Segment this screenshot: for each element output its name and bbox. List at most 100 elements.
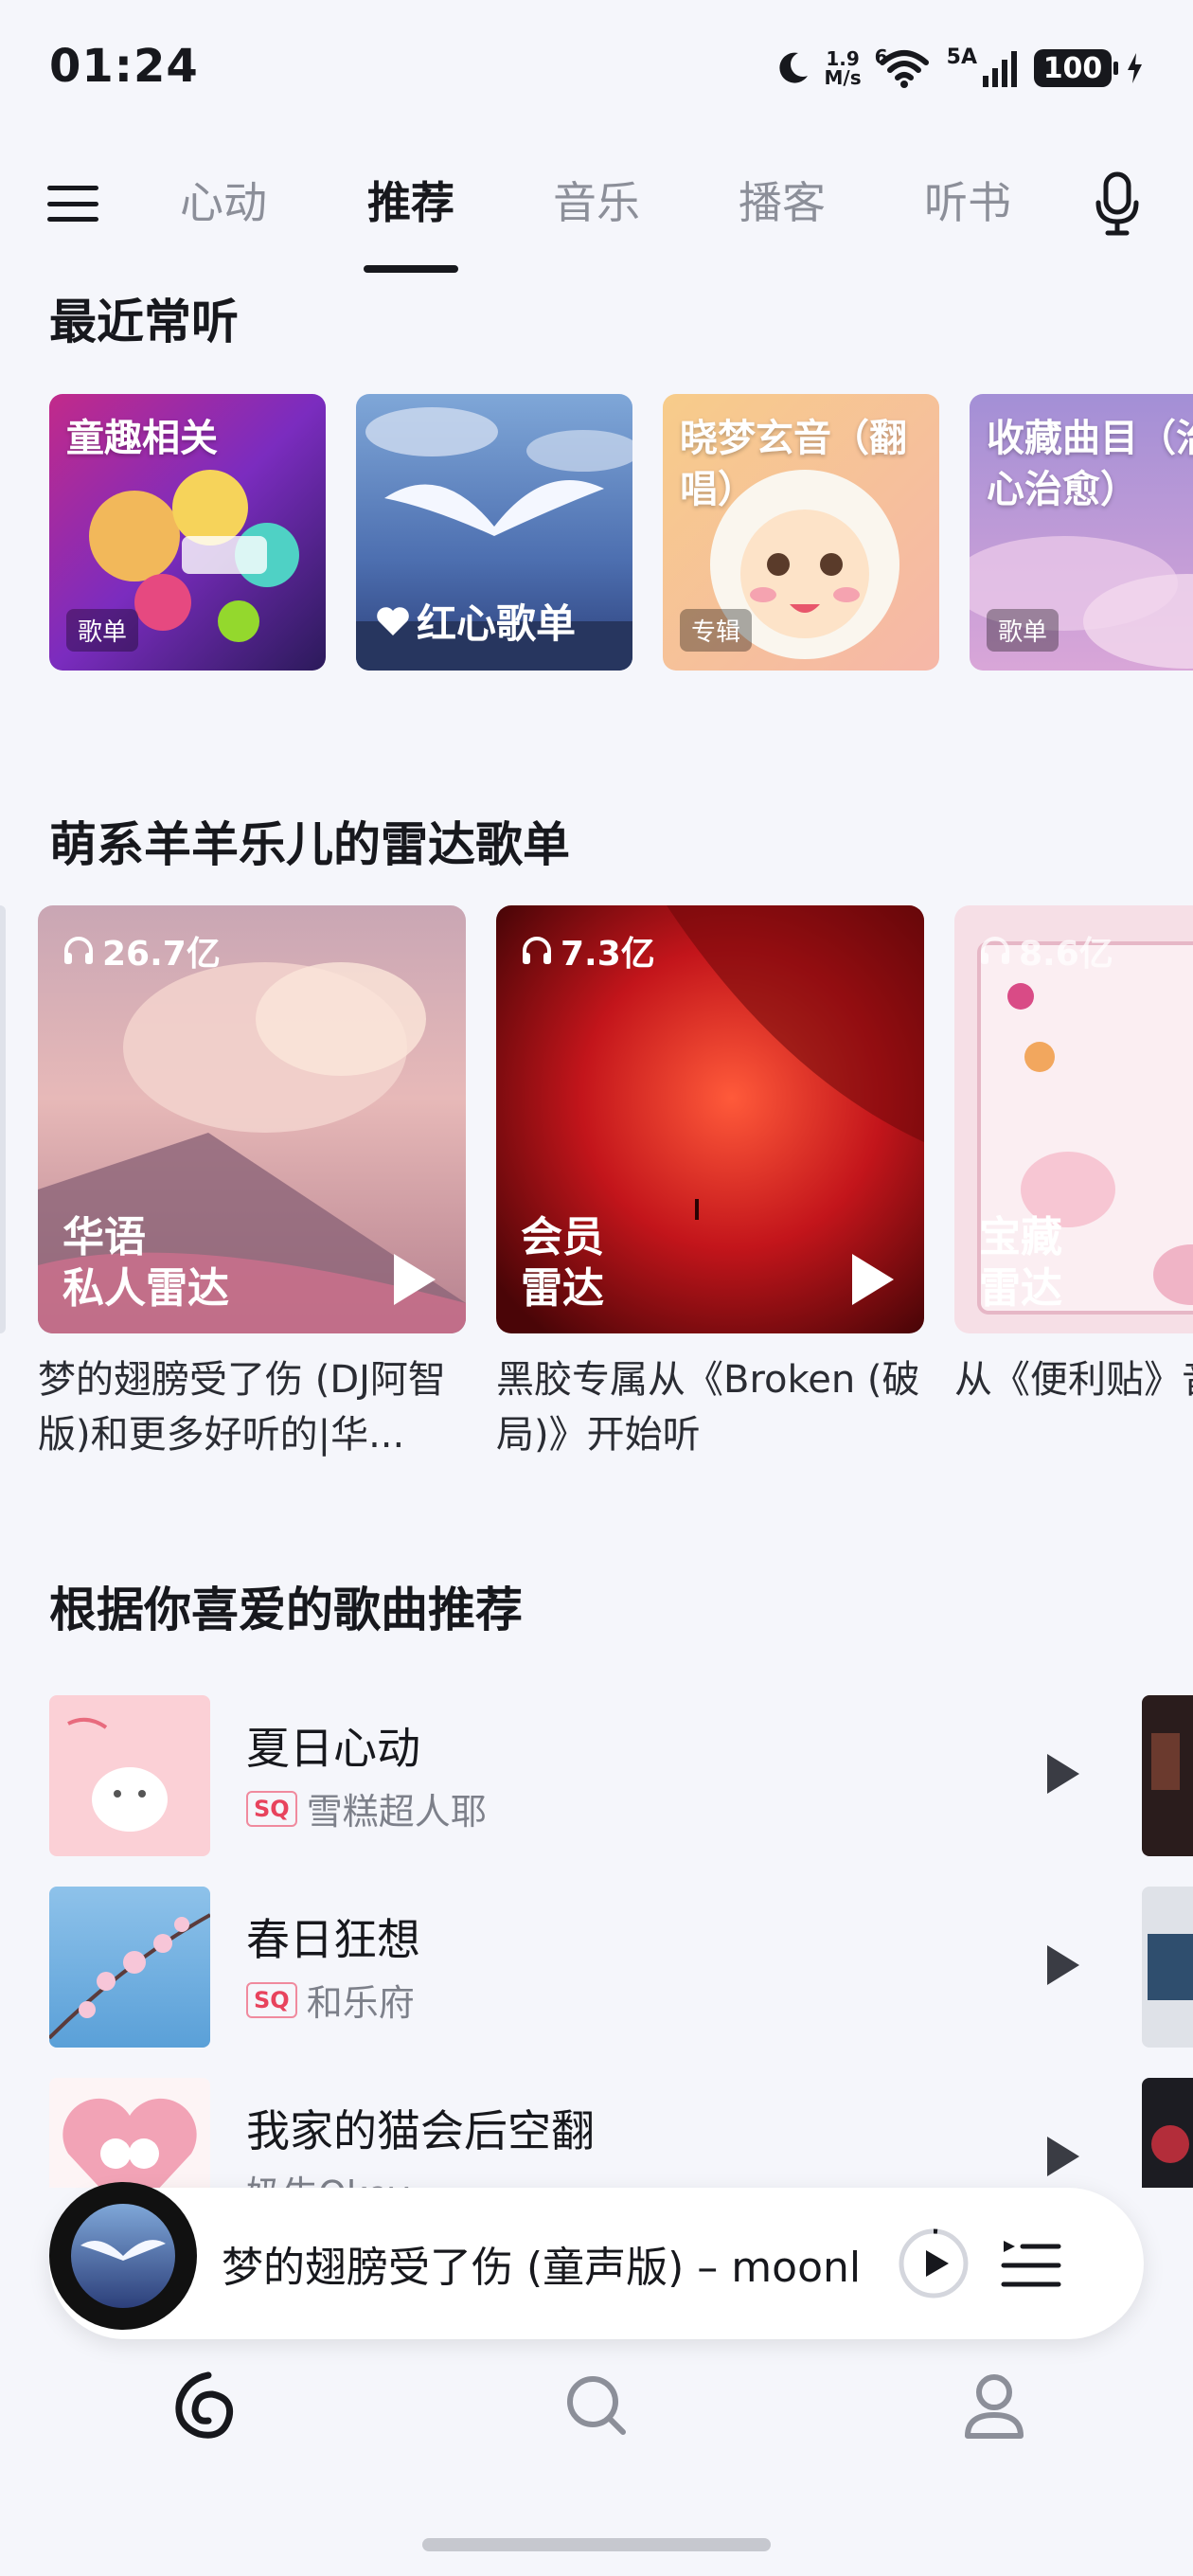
bottom-nav [0,2358,1193,2462]
radar-play-count: 26.7亿 [62,926,221,975]
play-icon[interactable] [848,1250,898,1309]
song-artist: 雪糕超人耶 [306,1791,487,1833]
recent-card-title: 红心歌单 [375,592,576,650]
play-icon[interactable] [1043,1941,1083,1989]
song-meta: SQ 雪糕超人耶 [246,1782,487,1834]
song-artist: 和乐府 [306,1982,415,2024]
song-title: 我家的猫会后空翻 [246,2105,595,2156]
net-speed: 1.9 M/s [825,49,862,87]
recent-card[interactable]: 晓梦玄音（翻唱） 专辑 [663,394,939,671]
play-icon[interactable] [1043,1750,1083,1798]
recent-card-title: 童趣相关 [66,417,218,460]
radar-card-label: 会员 雷达 [521,1212,604,1315]
song-meta: SQ 和乐府 [246,1974,415,2026]
radar-play-count-text: 7.3亿 [561,935,655,974]
song-artist: 奶牛Okey [246,2165,409,2188]
play-icon[interactable] [1043,2133,1083,2180]
headphones-icon [64,937,93,964]
radar-card-label: 华语 私人雷达 [62,1212,229,1315]
radar-label-line1: 宝藏 [979,1213,1062,1261]
wifi-badge: 6 [874,45,888,68]
recent-card-badge: 歌单 [987,609,1059,652]
profile-icon[interactable] [958,2368,1030,2443]
song-cover [49,1695,210,1856]
recommend-section-title: 根据你喜爱的歌曲推荐 [49,1583,523,1637]
radar-play-count: 7.3亿 [521,926,655,975]
status-icons: 1.9 M/s 6 5A 100 [774,44,1144,93]
home-indicator[interactable] [422,2538,771,2551]
active-tab-indicator [364,265,458,273]
tab-music[interactable]: 音乐 [549,169,644,244]
radar-section-title: 萌系羊羊乐儿的雷达歌单 [49,817,570,872]
recent-card[interactable]: 收藏曲目（治心治愈） 歌单 [970,394,1193,671]
mini-player-title: 梦的翅膀受了伤 (童声版) – moonl [222,2244,862,2292]
radar-card-desc: 黑胶专属从《Broken (破局)》开始听 [496,1358,920,1457]
side-song-cover[interactable] [1142,1887,1193,2048]
net-speed-unit: M/s [824,66,862,89]
radar-cover: 7.3亿 会员 雷达 [496,905,924,1333]
charging-icon [1128,53,1142,83]
prev-card-edge [0,905,6,1333]
side-song-cover[interactable] [1142,2078,1193,2188]
mini-player-cover [71,2204,175,2308]
mini-player-disc [49,2182,197,2330]
moon-icon [778,52,808,83]
netease-music-logo-icon[interactable] [167,2368,239,2443]
net-speed-value: 1.9 [826,47,860,70]
song-cover [49,2078,210,2188]
headphones-icon [523,937,551,964]
radar-list: 26.7亿 华语 私人雷达 梦的翅膀受了伤 (DJ阿智版)和更多好听的|华...… [0,905,1193,1474]
recent-card-badge: 歌单 [66,609,139,652]
radar-label-line1: 会员 [521,1213,604,1261]
radar-label-line2: 雷达 [521,1264,604,1313]
radar-label-line2: 雷达 [979,1264,1062,1313]
menu-icon[interactable] [47,175,98,232]
side-song-cover[interactable] [1142,1695,1193,1856]
song-row[interactable]: 我家的猫会后空翻 奶牛Okey [0,2078,1193,2188]
radar-cover: 8.6亿 宝藏 雷达 [954,905,1193,1333]
recent-card[interactable]: 红心歌单 [356,394,632,671]
recent-card[interactable]: 童趣相关 歌单 [49,394,326,671]
tab-podcast[interactable]: 播客 [735,169,829,244]
song-cover [49,1887,210,2048]
radar-card-desc: 梦的翅膀受了伤 (DJ阿智版)和更多好听的|华... [38,1358,446,1457]
radar-card-label: 宝藏 雷达 [979,1212,1062,1315]
song-title: 夏日心动 [246,1723,420,1774]
sq-badge: SQ [246,1790,297,1827]
recent-card-badge: 专辑 [680,609,753,652]
status-bar: 01:24 1.9 M/s 6 5A 100 [0,0,1193,133]
radar-label-line1: 华语 [62,1213,146,1261]
search-icon[interactable] [561,2368,632,2443]
microphone-icon[interactable] [1091,170,1144,239]
tab-recommend[interactable]: 推荐 [362,169,460,244]
radar-card[interactable]: 8.6亿 宝藏 雷达 从《便利贴》音乐环游 [954,905,1193,1462]
play-pause-icon[interactable] [896,2226,971,2301]
wifi-icon: 6 [874,45,934,89]
radar-cover: 26.7亿 华语 私人雷达 [38,905,466,1333]
recent-section-title: 最近常听 [49,295,239,349]
recent-list: 童趣相关 歌单 红心歌单 晓梦玄音（翻唱） 专辑 收藏曲目（治心治愈） 歌单 [49,394,1193,671]
recent-card-title: 晓梦玄音（翻唱） [680,417,907,511]
recent-card-title: 收藏曲目（治心治愈） [987,417,1193,511]
song-meta: 奶牛Okey [246,2165,409,2188]
battery-indicator: 100 [1034,49,1118,87]
song-row[interactable]: 夏日心动 SQ 雪糕超人耶 [0,1695,1193,1856]
song-row[interactable]: 春日狂想 SQ 和乐府 [0,1887,1193,2048]
radar-play-count: 8.6亿 [979,926,1113,975]
song-title: 春日狂想 [246,1914,420,1965]
radar-card[interactable]: 26.7亿 华语 私人雷达 梦的翅膀受了伤 (DJ阿智版)和更多好听的|华... [38,905,466,1462]
top-nav: 心动 推荐 音乐 播客 听书 [0,152,1193,284]
radar-label-line2: 私人雷达 [62,1264,229,1313]
radar-card-desc: 从《便利贴》音乐环游 [954,1358,1193,1402]
heart-icon [377,606,409,635]
tab-audiobook[interactable]: 听书 [920,169,1015,244]
cell-signal-icon [983,51,1017,87]
radar-play-count-text: 26.7亿 [102,935,221,974]
recent-card-title-text: 红心歌单 [417,600,577,647]
headphones-icon [981,937,1009,964]
mini-player[interactable]: 梦的翅膀受了伤 (童声版) – moonl [49,2182,1144,2339]
playlist-icon[interactable] [996,2229,1064,2298]
play-icon[interactable] [390,1250,439,1309]
tab-heartbeat[interactable]: 心动 [176,169,271,244]
radar-card[interactable]: 7.3亿 会员 雷达 黑胶专属从《Broken (破局)》开始听 [496,905,924,1462]
